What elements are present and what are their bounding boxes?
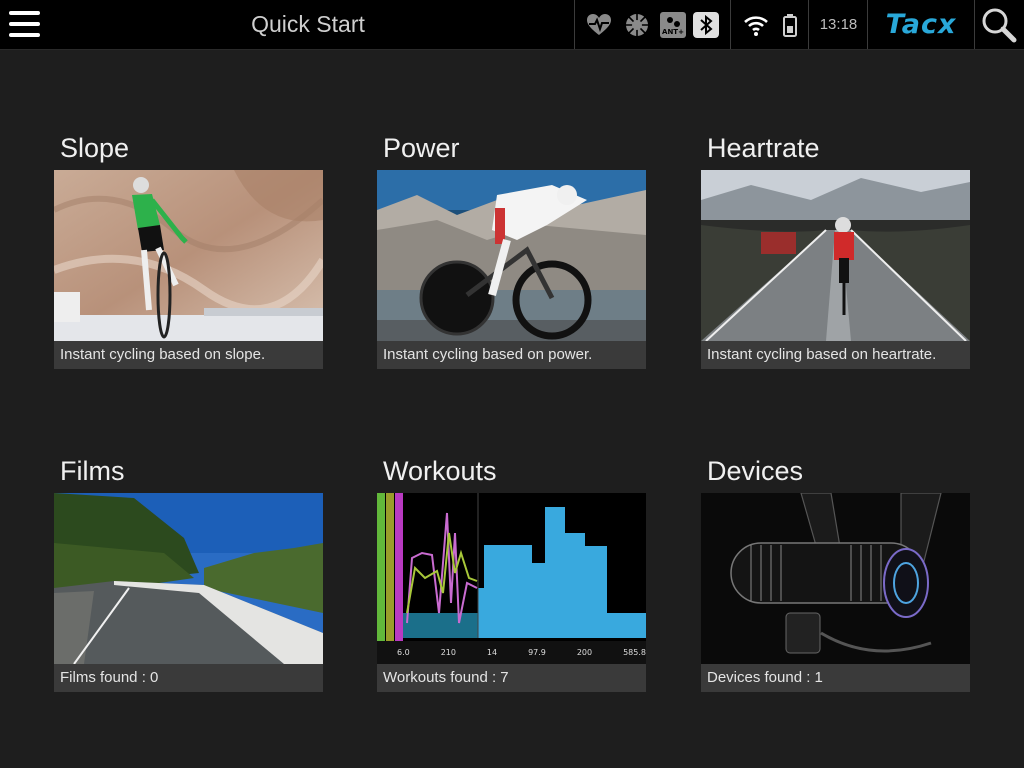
ant-plus-icon[interactable]: ANT+ (660, 12, 686, 38)
divider (574, 0, 575, 49)
heartrate-image (701, 170, 970, 341)
tile-power[interactable]: Power Instant cycling based on power. (377, 132, 646, 369)
search-icon[interactable] (980, 7, 1018, 43)
tile-caption: Instant cycling based on power. (377, 341, 646, 369)
ant-plus-label: ANT+ (662, 28, 684, 36)
divider (808, 0, 809, 49)
films-image (54, 493, 323, 664)
tile-caption: Instant cycling based on slope. (54, 341, 323, 369)
stat-value: 200 (576, 648, 593, 657)
battery-icon (783, 14, 797, 37)
power-image (377, 170, 646, 341)
tile-films[interactable]: Films Films found : 0 (54, 455, 323, 692)
stat-value: 14 (486, 648, 498, 657)
stat-value: 210 (440, 648, 456, 657)
divider (730, 0, 731, 49)
workout-stats-bar: 6.0 210 14 97.9 200 585.8 (397, 648, 646, 660)
menu-button[interactable] (9, 10, 41, 38)
tile-slope[interactable]: Slope Instant cycling based on slope. (54, 132, 323, 369)
page-title: Quick Start (251, 11, 365, 37)
top-bar: Quick Start ANT+ 13:18 Tacx (0, 0, 1024, 50)
clock: 13:18 (819, 16, 858, 33)
heart-rate-sensor-icon[interactable] (586, 12, 612, 38)
tile-heartrate[interactable]: Heartrate Instant cycling based on heart… (701, 132, 970, 369)
stat-value: 97.9 (528, 648, 546, 657)
slope-image (54, 170, 323, 341)
stat-value: 585.8 (623, 648, 646, 657)
tile-title: Heartrate (707, 133, 820, 163)
tile-title: Films (60, 456, 125, 486)
tile-workouts[interactable]: Workouts 6.0 210 14 97.9 200 585.8 Worko… (377, 455, 646, 692)
workouts-image: 6.0 210 14 97.9 200 585.8 (377, 493, 646, 664)
tile-caption: Workouts found : 7 (377, 664, 646, 692)
tile-title: Devices (707, 456, 804, 486)
tile-caption: Films found : 0 (54, 664, 323, 692)
stat-value: 6.0 (397, 648, 410, 657)
tacx-logo: Tacx (885, 9, 957, 40)
cadence-sensor-icon[interactable] (624, 12, 650, 38)
wifi-icon[interactable] (743, 12, 769, 38)
tile-title: Slope (60, 133, 130, 163)
bluetooth-icon[interactable] (693, 12, 719, 38)
tile-title: Workouts (383, 456, 497, 486)
devices-image (701, 493, 970, 664)
tile-devices[interactable]: Devices Devices found : 1 (701, 455, 970, 692)
tile-caption: Devices found : 1 (701, 664, 970, 692)
tile-caption: Instant cycling based on heartrate. (701, 341, 970, 369)
tile-title: Power (383, 133, 460, 163)
divider (974, 0, 975, 49)
